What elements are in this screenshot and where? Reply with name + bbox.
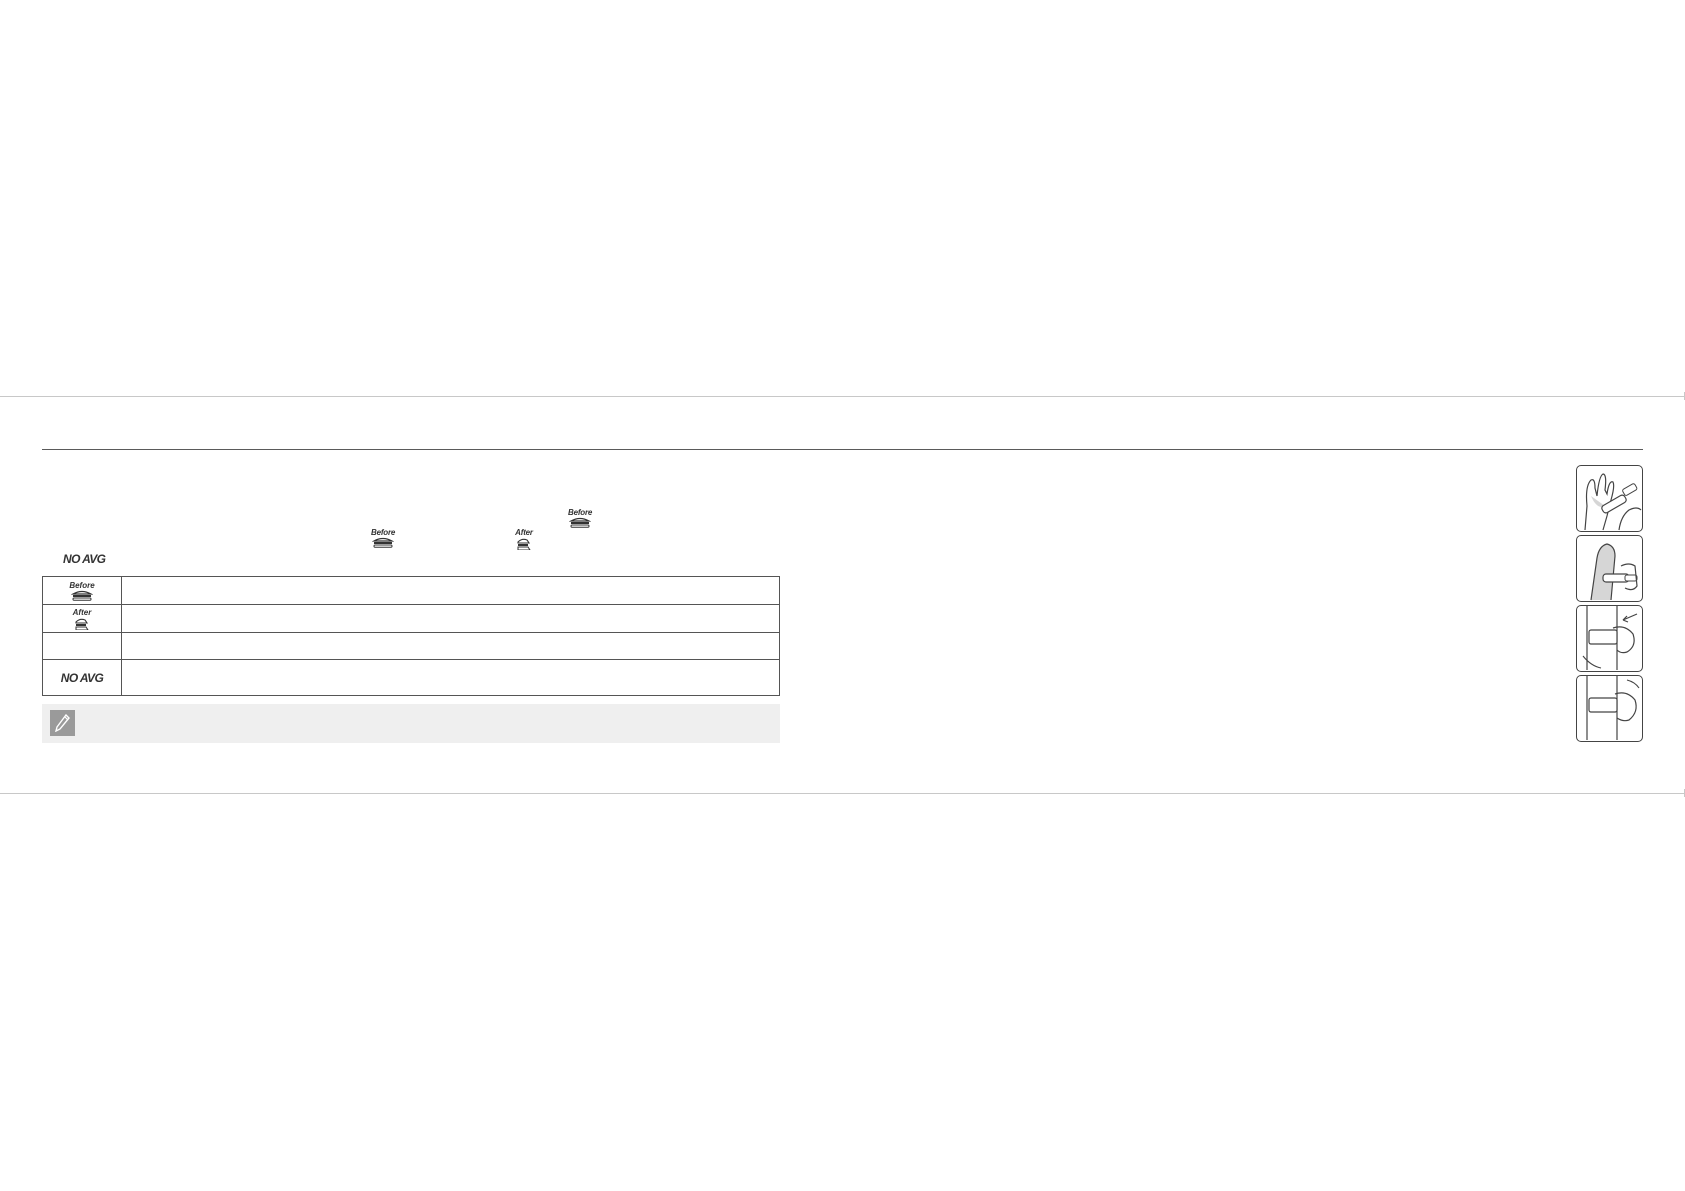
table-row: Before: [42, 576, 780, 605]
description-cell: [121, 604, 780, 633]
pencil-icon: [50, 710, 75, 736]
before-word: Before: [371, 528, 396, 537]
note-box: [42, 704, 780, 743]
burger-icon: [372, 537, 395, 548]
after-meal-icon: After: [43, 608, 121, 630]
no-avg-icon: NO AVG: [43, 671, 121, 685]
symbol-cell: After: [42, 604, 122, 633]
section-rule: [42, 449, 1643, 450]
fingertip-lancing-illustration: [1576, 465, 1643, 532]
meal-marker-table: Before After NO AVG: [42, 576, 780, 696]
before-word: Before: [69, 580, 95, 590]
symbol-cell: Before: [42, 576, 122, 605]
before-meal-icon: Before: [371, 528, 395, 548]
forearm-lancing-illustration: [1576, 535, 1643, 602]
before-meal-icon: Before: [568, 508, 592, 528]
table-row: NO AVG: [42, 659, 780, 696]
before-word: Before: [568, 508, 593, 517]
table-row: After: [42, 604, 780, 633]
page-trim-bottom: [0, 789, 1685, 797]
table-row: [42, 632, 780, 660]
burger-icon: [71, 590, 93, 601]
page-trim-top: [0, 392, 1685, 400]
after-word: After: [515, 528, 533, 537]
before-meal-icon: Before: [43, 581, 121, 601]
description-cell: [121, 632, 780, 660]
eaten-burger-icon: [75, 618, 89, 630]
eaten-burger-icon: [517, 538, 531, 550]
symbol-cell: [42, 632, 122, 660]
description-cell: [121, 576, 780, 605]
burger-icon: [569, 517, 592, 528]
after-meal-icon: After: [515, 528, 533, 550]
no-avg-label: NO AVG: [63, 552, 106, 566]
description-cell: [121, 659, 780, 696]
symbol-cell: NO AVG: [42, 659, 122, 696]
palm-lancing-illustration: [1576, 605, 1643, 672]
after-word: After: [72, 607, 92, 617]
no-avg-label: NO AVG: [60, 670, 104, 685]
palm-pressing-illustration: [1576, 675, 1643, 742]
